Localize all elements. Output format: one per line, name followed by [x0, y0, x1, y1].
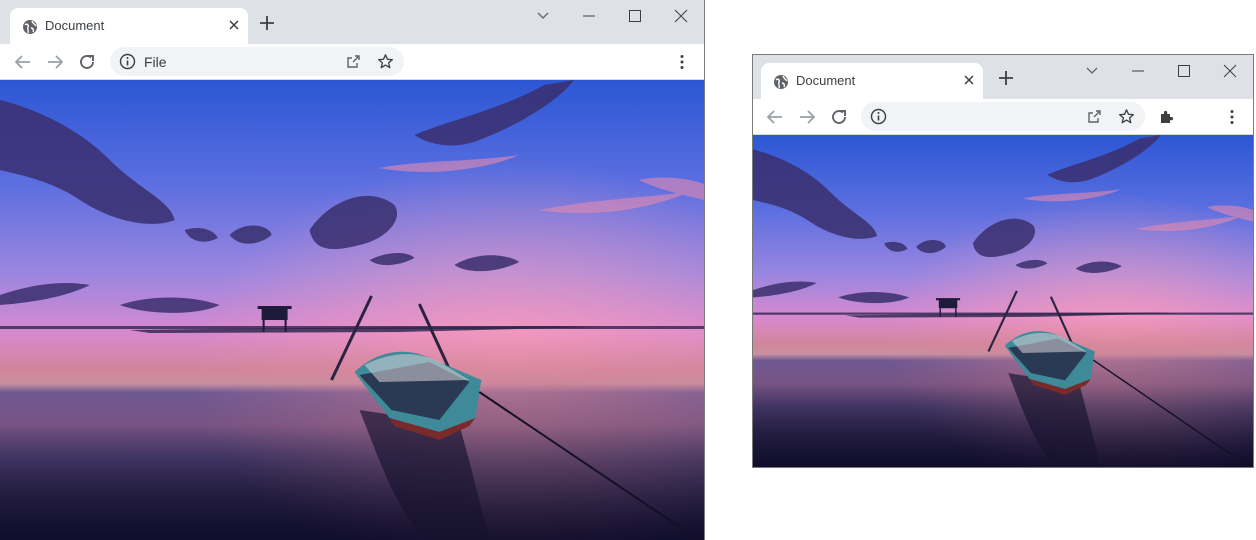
- maximize-icon[interactable]: [1176, 63, 1192, 79]
- info-icon[interactable]: [119, 53, 136, 70]
- tab-title: Document: [796, 73, 856, 88]
- toolbar: [753, 99, 1253, 135]
- globe-icon: [23, 20, 37, 34]
- close-icon[interactable]: [961, 72, 977, 88]
- close-icon[interactable]: [226, 17, 242, 33]
- kebab-menu-icon[interactable]: [1223, 108, 1241, 126]
- window-close-icon[interactable]: [673, 8, 689, 24]
- omnibox[interactable]: File: [110, 47, 404, 76]
- maximize-icon[interactable]: [627, 8, 643, 24]
- forward-arrow-icon[interactable]: [46, 53, 64, 71]
- tab-strip: Document: [0, 0, 704, 44]
- tab-document[interactable]: Document: [761, 63, 983, 99]
- back-arrow-icon[interactable]: [14, 53, 32, 71]
- page-content: [0, 80, 704, 540]
- reload-icon[interactable]: [830, 108, 848, 126]
- share-icon[interactable]: [1086, 108, 1103, 125]
- forward-arrow-icon[interactable]: [798, 108, 816, 126]
- puzzle-icon[interactable]: [1158, 108, 1176, 126]
- window-close-icon[interactable]: [1222, 63, 1238, 79]
- chevron-down-icon[interactable]: [1084, 63, 1100, 79]
- kebab-menu-icon[interactable]: [673, 53, 691, 71]
- minimize-icon[interactable]: [1130, 63, 1146, 79]
- chevron-down-icon[interactable]: [535, 8, 551, 24]
- omnibox[interactable]: [861, 102, 1145, 131]
- plus-icon[interactable]: [998, 70, 1014, 86]
- plus-icon[interactable]: [259, 15, 275, 31]
- browser-window-large: Document File: [0, 0, 705, 540]
- tab-document[interactable]: Document: [10, 8, 248, 44]
- address-text: File: [144, 54, 167, 70]
- toolbar: File: [0, 44, 704, 80]
- page-content: [753, 135, 1253, 467]
- reload-icon[interactable]: [78, 53, 96, 71]
- star-icon[interactable]: [377, 53, 394, 70]
- tab-strip: Document: [753, 55, 1253, 99]
- back-arrow-icon[interactable]: [766, 108, 784, 126]
- share-icon[interactable]: [345, 53, 362, 70]
- browser-window-small: Document: [752, 54, 1254, 468]
- info-icon[interactable]: [870, 108, 887, 125]
- minimize-icon[interactable]: [581, 8, 597, 24]
- sunset-boat-photo: [0, 80, 704, 540]
- globe-icon: [774, 75, 788, 89]
- sunset-boat-photo: [753, 135, 1253, 467]
- tab-title: Document: [45, 18, 105, 33]
- star-icon[interactable]: [1118, 108, 1135, 125]
